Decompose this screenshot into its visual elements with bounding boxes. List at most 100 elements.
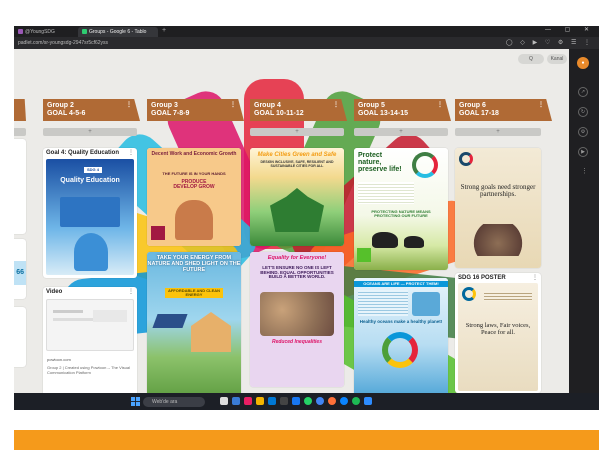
poster-header: OCEANS ARE LIFE — PROTECT THEM! <box>354 281 448 288</box>
windows-taskbar: Web'de ara <box>14 393 599 410</box>
add-post-button-partial[interactable] <box>14 128 26 136</box>
solar-panel <box>152 314 188 328</box>
poster-image: Strong laws, Fair voices, Peace for all. <box>458 283 538 391</box>
poster-image: Strong goals need stronger partnerships. <box>455 148 541 268</box>
card-menu-icon[interactable]: ⋮ <box>532 274 538 281</box>
column-menu-icon[interactable]: ⋮ <box>126 101 132 109</box>
chrome-icon[interactable] <box>316 397 324 405</box>
card-title: Video <box>46 289 63 295</box>
spotify-icon[interactable] <box>352 397 360 405</box>
poster-figure <box>175 200 213 240</box>
column-menu-icon[interactable]: ⋮ <box>538 101 544 109</box>
add-post-button[interactable]: + <box>455 128 541 136</box>
screenshot-frame: @YoungSDG Groups - Google 6 - Tablo + — … <box>0 0 605 450</box>
account-avatar-icon[interactable]: ● <box>577 57 589 69</box>
post-card-decent-work[interactable]: Decent Work and Economic Growth THE FUTU… <box>147 148 241 246</box>
post-card-clean-energy[interactable]: TAKE YOUR ENERGY FROM NATURE AND SHED LI… <box>147 252 241 393</box>
taskbar-search-box[interactable]: Web'de ara <box>143 397 205 407</box>
browser-tab-youngsdg[interactable]: @YoungSDG <box>14 27 74 37</box>
card-title: Goal 4: Quality Education <box>46 150 120 156</box>
window-controls[interactable]: — ▢ ✕ <box>545 26 595 33</box>
column-menu-icon[interactable]: ⋮ <box>230 101 236 109</box>
post-card-partnerships[interactable]: Strong goals need stronger partnerships. <box>455 148 541 268</box>
poster-image: Decent Work and Economic Growth THE FUTU… <box>147 148 241 246</box>
column-subtitle: GOAL 4-5-6 <box>47 110 86 117</box>
settings-icon[interactable]: ⚙ <box>578 127 588 137</box>
file-explorer-icon[interactable] <box>256 397 264 405</box>
taskbar-app-icon[interactable] <box>232 397 240 405</box>
edge-icon[interactable] <box>340 397 348 405</box>
poster-sub: DESIGN INCLUSIVE, SAFE, RESILIENT AND SU… <box>260 160 334 168</box>
post-card-partial[interactable] <box>14 307 26 367</box>
card-title: SDG 16 POSTER <box>458 275 506 281</box>
add-post-button[interactable]: + <box>354 128 448 136</box>
url-text[interactable]: padlet.com/sr-youngsdg-2947sr5cf62yss <box>18 40 108 46</box>
remake-icon[interactable]: ↻ <box>578 107 588 117</box>
card-menu-icon[interactable]: ⋮ <box>128 288 134 295</box>
column-header: Group 6 GOAL 17-18 ⋮ <box>455 99 552 121</box>
post-card-partial[interactable] <box>14 139 26 234</box>
new-tab-button[interactable]: + <box>162 27 166 34</box>
post-card-sustainable-cities[interactable]: Make Cities Green and Safe DESIGN INCLUS… <box>250 148 344 246</box>
poster-line: TAKE YOUR ENERGY FROM NATURE AND SHED LI… <box>147 255 241 273</box>
poster-line: Strong laws, Fair voices, Peace for all. <box>465 322 531 336</box>
poster-line: Strong goals need stronger partnerships. <box>460 183 536 199</box>
column-subtitle: GOAL 13-14-15 <box>358 110 409 117</box>
browser-toolbar-icons[interactable]: ◯ ◇ ▶ ♡ ⚙ ☰ ⋮ <box>506 39 593 46</box>
post-card-partial[interactable]: 66 <box>14 239 26 299</box>
sdg-wheel-icon <box>382 332 418 368</box>
slideshow-icon[interactable]: ▶ <box>578 147 588 157</box>
browser-tab-groups[interactable]: Groups - Google 6 - Tablo <box>78 27 158 37</box>
sdg8-badge <box>151 226 165 240</box>
firefox-icon[interactable] <box>328 397 336 405</box>
add-post-button[interactable]: + <box>250 128 344 136</box>
sdg-wheel-icon <box>412 152 438 178</box>
poster-image: OCEANS ARE LIFE — PROTECT THEM! Healthy … <box>354 278 448 393</box>
board-search-button[interactable]: Q <box>518 54 544 64</box>
post-card-video[interactable]: Video ⋮ powtoon.com Group 2 | Created us… <box>43 287 137 393</box>
poster-heading: Quality Education <box>60 177 120 184</box>
column-menu-icon[interactable]: ⋮ <box>437 101 443 109</box>
browser-tab-strip: @YoungSDG Groups - Google 6 - Tablo + — … <box>14 26 599 37</box>
video-caption: Group 2 | Created using Powtoon -- The V… <box>47 365 130 375</box>
poster-text-block <box>60 197 120 227</box>
column-title: Group 3 <box>151 102 178 109</box>
video-preview-line <box>53 310 83 313</box>
kanal-button[interactable]: Kanal <box>547 54 567 64</box>
share-icon[interactable]: ↗ <box>578 87 588 97</box>
video-preview[interactable] <box>46 299 134 351</box>
column-header: Group 2 GOAL 4-5-6 ⋮ <box>43 99 140 121</box>
post-card-reduced-inequalities[interactable]: Equality for Everyone! LET'S ENSURE NO O… <box>250 252 344 387</box>
poster-image: Protect nature, preserve life! PROTECTIN… <box>354 148 448 270</box>
whatsapp-icon[interactable] <box>304 397 312 405</box>
taskbar-app-icon[interactable] <box>292 397 300 405</box>
more-icon[interactable]: ⋮ <box>581 167 588 175</box>
address-bar[interactable]: padlet.com/sr-youngsdg-2947sr5cf62yss ◯ … <box>14 37 599 49</box>
tab-label: @YoungSDG <box>25 29 55 35</box>
column-subtitle: GOAL 17-18 <box>459 110 499 117</box>
column-subtitle: GOAL 7-8-9 <box>151 110 190 117</box>
video-preview-box <box>93 310 127 322</box>
poster-text-block <box>484 291 532 301</box>
taskbar-app-icon[interactable] <box>280 397 288 405</box>
sdg-wheel-icon <box>462 287 476 301</box>
taskbar-app-icon[interactable] <box>268 397 276 405</box>
windows-start-icon[interactable] <box>131 397 140 406</box>
add-post-button[interactable]: + <box>43 128 137 136</box>
column-header: Group 4 GOAL 10-11-12 ⋮ <box>250 99 347 121</box>
poster-header: Make Cities Green and Safe <box>257 152 337 158</box>
column-title: Group 6 <box>459 102 486 109</box>
elephant-silhouette <box>372 232 398 248</box>
task-view-icon[interactable] <box>220 397 228 405</box>
taskbar-search-text: Web'de ara <box>152 399 178 405</box>
post-card-protect-nature[interactable]: Protect nature, preserve life! PROTECTIN… <box>354 148 448 270</box>
card-menu-icon[interactable]: ⋮ <box>128 149 134 156</box>
post-card-oceans[interactable]: OCEANS ARE LIFE — PROTECT THEM! Healthy … <box>354 278 448 393</box>
taskbar-app-icon[interactable] <box>244 397 252 405</box>
search-icon: Q <box>529 56 533 62</box>
post-card-quality-education[interactable]: Goal 4: Quality Education ⋮ SDG 4 Qualit… <box>43 148 137 278</box>
zoom-icon[interactable] <box>364 397 372 405</box>
column-menu-icon[interactable]: ⋮ <box>333 101 339 109</box>
poster-line: Protect nature, preserve life! <box>358 152 402 173</box>
post-card-sdg16[interactable]: SDG 16 POSTER ⋮ Strong laws, Fair voices… <box>455 273 541 393</box>
